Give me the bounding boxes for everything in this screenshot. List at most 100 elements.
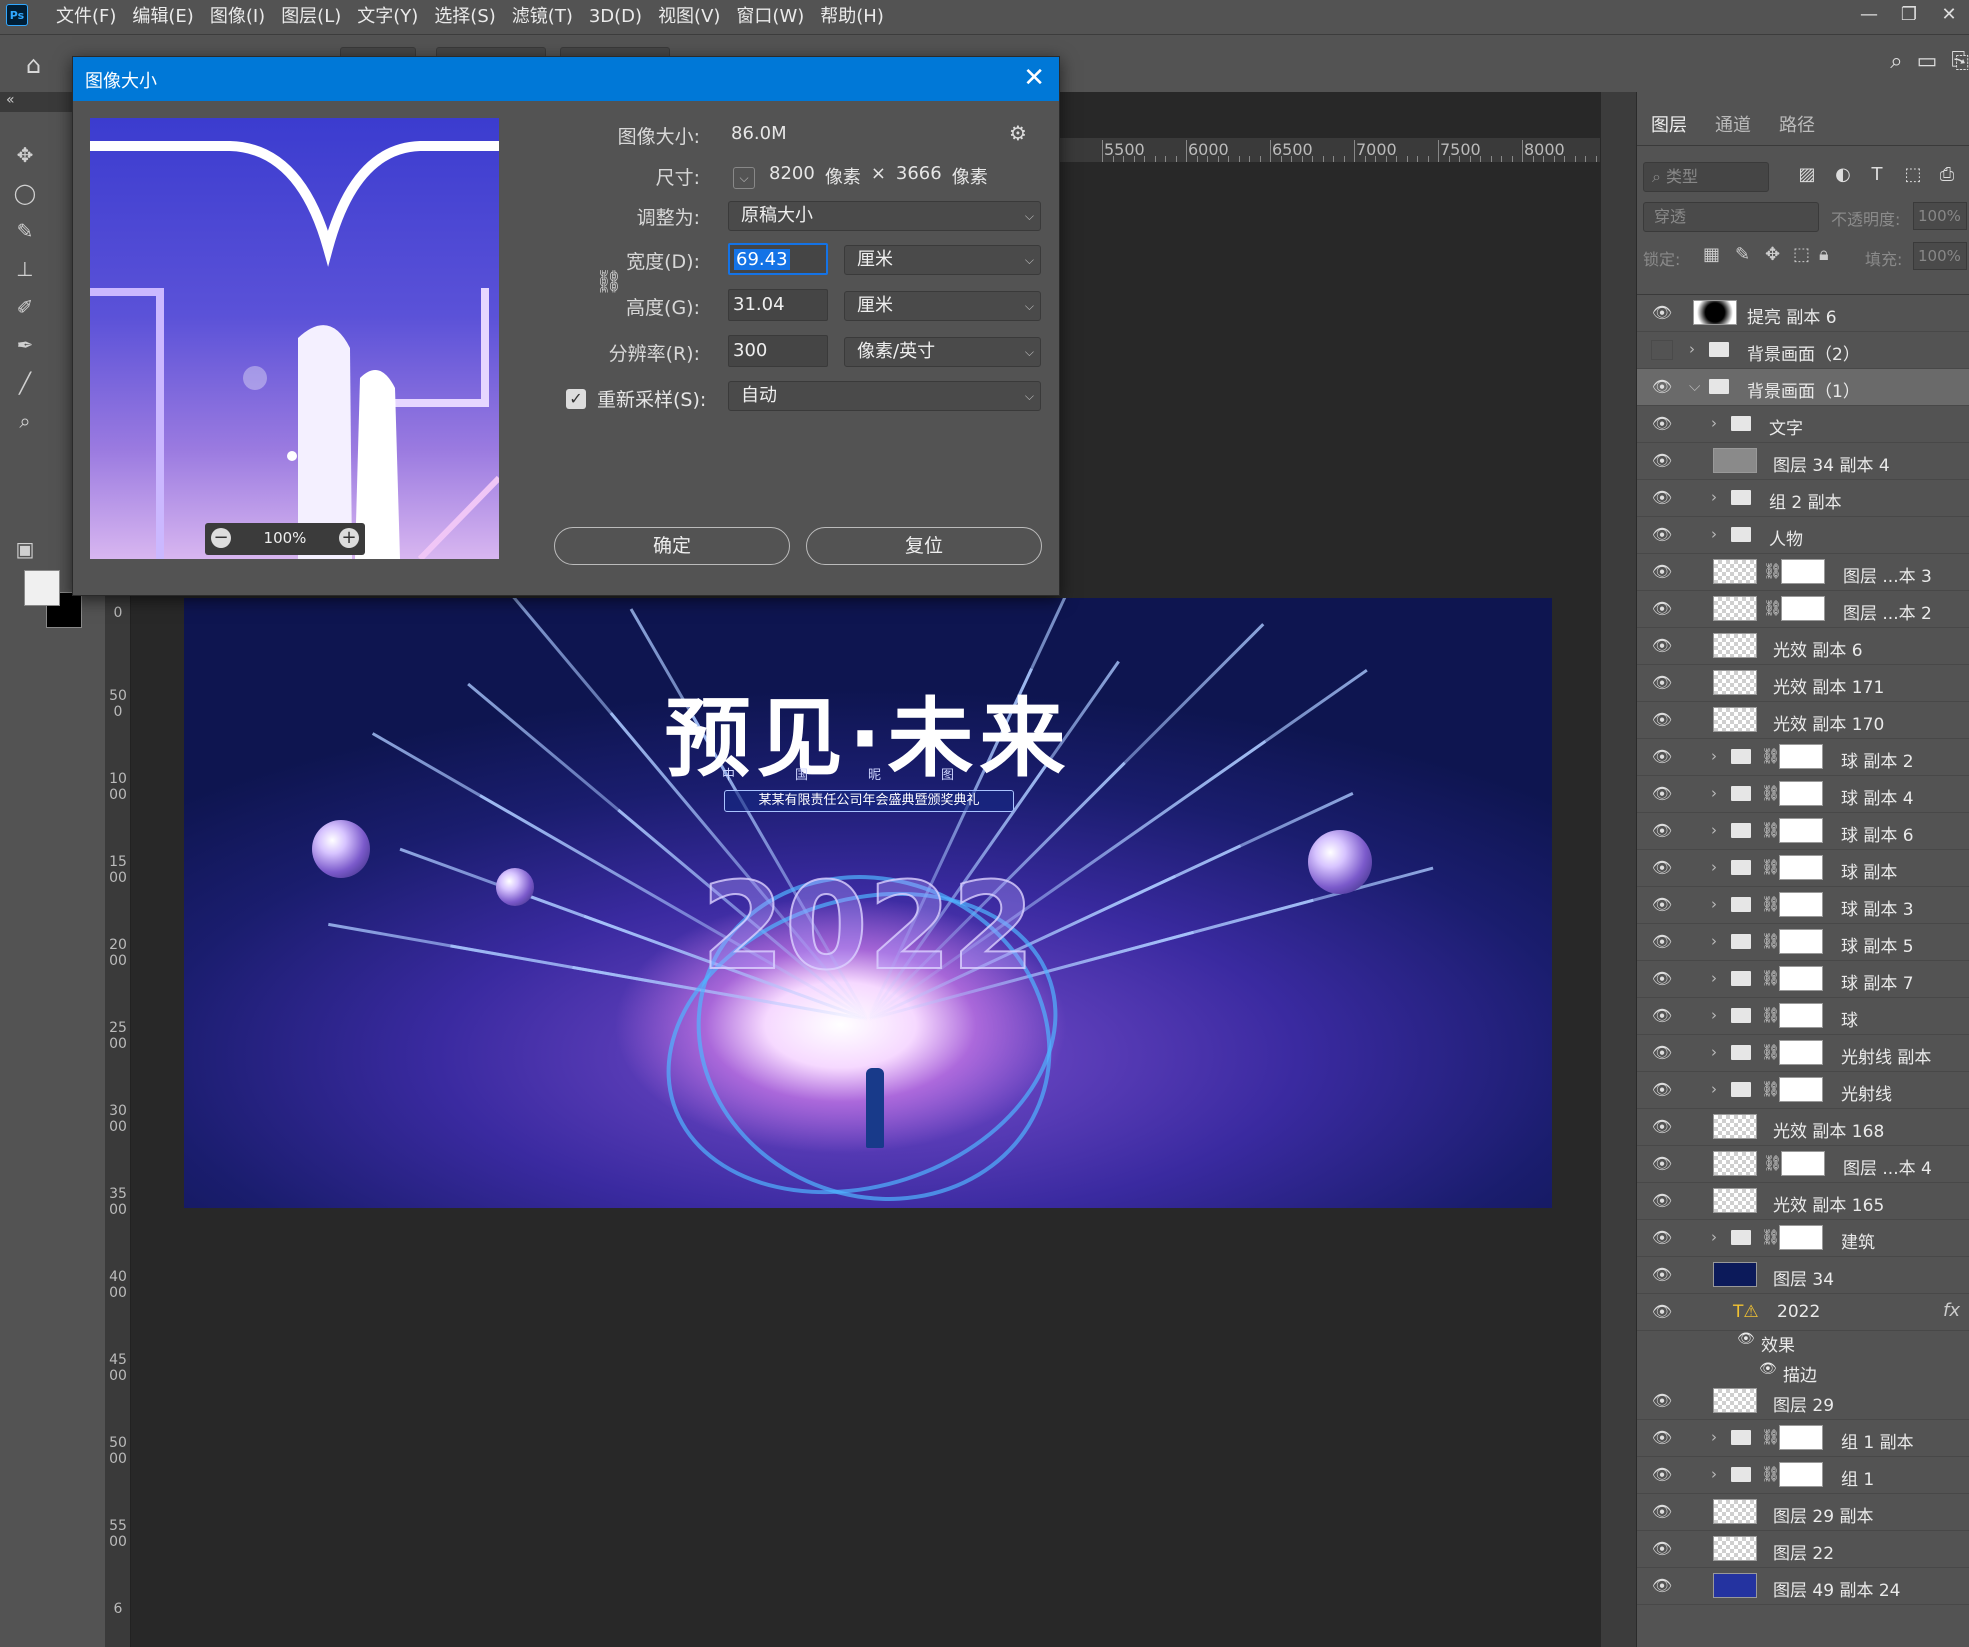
tab-paths[interactable]: 路径 — [1765, 106, 1829, 145]
adjustment-filter-icon[interactable]: ◐ — [1831, 164, 1855, 188]
collapse-icon[interactable]: « — [6, 92, 15, 108]
layer-row[interactable]: 👁︎ › ⛓ 球 副本 2 — [1637, 739, 1969, 776]
zoom-in-icon[interactable]: + — [339, 528, 359, 548]
eye-icon[interactable]: 👁︎ — [1651, 1576, 1673, 1596]
eye-icon[interactable]: 👁︎ — [1651, 1117, 1673, 1137]
zoom-tool-icon[interactable]: ⌕ — [10, 406, 40, 436]
menu-item[interactable]: 选择(S) — [426, 0, 503, 34]
menu-item[interactable]: 滤镜(T) — [504, 0, 581, 34]
pen-tool-icon[interactable]: ✒ — [10, 330, 40, 360]
menu-item[interactable]: 帮助(H) — [812, 0, 892, 34]
layer-row[interactable]: 👁︎ › 组 2 副本 — [1637, 480, 1969, 517]
chevron-right-icon[interactable]: › — [1711, 1228, 1717, 1246]
lasso-tool-icon[interactable]: ◯ — [10, 178, 40, 208]
eye-icon[interactable]: 👁︎ — [1651, 1428, 1673, 1448]
layer-row[interactable]: 👁︎ › ⛓ 球 副本 5 — [1637, 924, 1969, 961]
share-icon[interactable]: ⎘ — [1951, 49, 1969, 74]
maximize-button[interactable]: ❐ — [1889, 0, 1929, 34]
image-preview[interactable]: − 100% + — [90, 118, 499, 559]
height-unit-select[interactable]: 厘米 ⌵ — [844, 291, 1041, 321]
lock-all-icon[interactable]: 🔒︎ — [1819, 244, 1829, 265]
eye-icon[interactable]: 👁︎ — [1651, 710, 1673, 730]
layer-row[interactable]: 👁︎ › ⛓ 光射线 副本 — [1637, 1035, 1969, 1072]
chevron-down-icon[interactable]: ⌵ — [733, 167, 755, 189]
eye-icon[interactable]: 👁︎ — [1651, 525, 1673, 545]
eye-icon[interactable]: 👁︎ — [1651, 895, 1673, 915]
layer-row[interactable]: 👁︎ 图层 22 — [1637, 1531, 1969, 1568]
blend-mode-select[interactable]: 穿透 — [1643, 202, 1819, 232]
reset-button[interactable]: 复位 — [806, 527, 1042, 565]
ok-button[interactable]: 确定 — [554, 527, 790, 565]
gear-icon[interactable]: ⚙ — [1009, 121, 1027, 145]
canvas-image[interactable]: 2022 预见·未来 中国昵图 某某有限责任公司年会盛典暨颁奖典礼 — [184, 598, 1552, 1208]
layer-row[interactable]: 👁︎ › ⛓ 组 1 副本 — [1637, 1420, 1969, 1457]
line-tool-icon[interactable]: ╱ — [10, 368, 40, 398]
width-unit-select[interactable]: 厘米 ⌵ — [844, 245, 1041, 275]
menu-item[interactable]: 窗口(W) — [728, 0, 812, 34]
layer-row[interactable]: 👁︎ 光效 副本 171 — [1637, 665, 1969, 702]
chevron-right-icon[interactable]: › — [1711, 932, 1717, 950]
eye-icon[interactable]: 👁︎ — [1651, 1302, 1673, 1322]
resolution-unit-select[interactable]: 像素/英寸 ⌵ — [844, 337, 1041, 367]
chevron-right-icon[interactable]: › — [1711, 1465, 1717, 1483]
close-window-button[interactable]: ✕ — [1929, 0, 1969, 34]
layer-row[interactable]: 👁︎ 图层 34 副本 4 — [1637, 443, 1969, 480]
eye-icon[interactable]: 👁︎ — [1651, 562, 1673, 582]
eye-icon[interactable]: 👁︎ — [1651, 932, 1673, 952]
eye-icon[interactable]: 👁︎ — [1759, 1361, 1777, 1377]
eye-icon[interactable]: 👁︎ — [1651, 1391, 1673, 1411]
layer-row[interactable]: › 背景画面（2） — [1637, 332, 1969, 369]
layer-row[interactable]: 👁︎ 描边 — [1637, 1353, 1969, 1386]
resample-select[interactable]: 自动 ⌵ — [728, 381, 1041, 411]
layer-row[interactable]: 👁︎ 图层 34 — [1637, 1257, 1969, 1294]
eye-icon[interactable]: 👁︎ — [1651, 673, 1673, 693]
image-filter-icon[interactable]: ▨ — [1795, 164, 1819, 188]
lock-position-icon[interactable]: ✥ — [1765, 244, 1780, 265]
layer-row[interactable]: 👁︎ 光效 副本 165 — [1637, 1183, 1969, 1220]
eye-icon[interactable]: 👁︎ — [1651, 1154, 1673, 1174]
layer-row[interactable]: 👁︎ 效果 — [1637, 1323, 1969, 1356]
chevron-right-icon[interactable]: › — [1711, 414, 1717, 432]
layer-row[interactable]: 👁︎ › ⛓ 球 副本 7 — [1637, 961, 1969, 998]
tab-channels[interactable]: 通道 — [1701, 106, 1765, 145]
eye-icon[interactable]: 👁︎ — [1651, 1539, 1673, 1559]
chevron-right-icon[interactable]: › — [1711, 1006, 1717, 1024]
chevron-right-icon[interactable]: › — [1711, 858, 1717, 876]
chevron-right-icon[interactable]: › — [1711, 1043, 1717, 1061]
chevron-right-icon[interactable]: › — [1711, 821, 1717, 839]
layer-row[interactable]: 👁︎ › 文字 — [1637, 406, 1969, 443]
eyedropper-tool-icon[interactable]: ✎ — [10, 216, 40, 246]
move-tool-icon[interactable]: ✥ — [10, 140, 40, 170]
chevron-right-icon[interactable]: › — [1711, 895, 1717, 913]
layer-row[interactable]: 👁︎ › ⛓ 光射线 — [1637, 1072, 1969, 1109]
menu-item[interactable]: 编辑(E) — [124, 0, 201, 34]
menu-item[interactable]: 图像(I) — [202, 0, 273, 34]
layer-row[interactable]: 👁︎ › ⛓ 球 副本 4 — [1637, 776, 1969, 813]
menu-item[interactable]: 3D(D) — [581, 0, 650, 34]
eye-icon[interactable]: 👁︎ — [1651, 821, 1673, 841]
lock-transparency-icon[interactable]: ▦ — [1703, 244, 1720, 265]
text-filter-icon[interactable]: T — [1865, 164, 1889, 188]
fx-icon[interactable]: fx — [1943, 1300, 1960, 1321]
eye-icon[interactable]: 👁︎ — [1651, 1228, 1673, 1248]
layer-row[interactable]: 👁︎ › 人物 — [1637, 517, 1969, 554]
eye-icon[interactable]: 👁︎ — [1651, 1191, 1673, 1211]
layer-row[interactable]: 👁︎ 提亮 副本 6 — [1637, 295, 1969, 332]
layer-row[interactable]: 👁︎ 光效 副本 6 — [1637, 628, 1969, 665]
minimize-button[interactable]: — — [1849, 0, 1889, 34]
eye-icon[interactable]: 👁︎ — [1651, 451, 1673, 471]
eye-icon[interactable]: 👁︎ — [1651, 1006, 1673, 1026]
stamp-tool-icon[interactable]: ⊥ — [10, 254, 40, 284]
layer-row[interactable]: 👁︎ ⛓ 图层 ...本 3 — [1637, 554, 1969, 591]
eye-icon[interactable]: 👁︎ — [1651, 1502, 1673, 1522]
layer-row[interactable]: 👁︎ 光效 副本 168 — [1637, 1109, 1969, 1146]
close-icon[interactable]: ✕ — [1023, 63, 1045, 93]
chevron-right-icon[interactable]: › — [1711, 1080, 1717, 1098]
chevron-right-icon[interactable]: › — [1711, 488, 1717, 506]
chevron-down-icon[interactable]: ⌵ — [1689, 377, 1700, 395]
layer-row[interactable]: 👁︎ ⛓ 图层 ...本 4 — [1637, 1146, 1969, 1183]
layer-kind-filter[interactable]: ⌕ 类型 — [1643, 162, 1769, 192]
fit-to-select[interactable]: 原稿大小 ⌵ — [728, 201, 1041, 231]
search-icon[interactable]: ⌕ — [1890, 49, 1902, 74]
menu-item[interactable]: 文件(F) — [48, 0, 124, 34]
